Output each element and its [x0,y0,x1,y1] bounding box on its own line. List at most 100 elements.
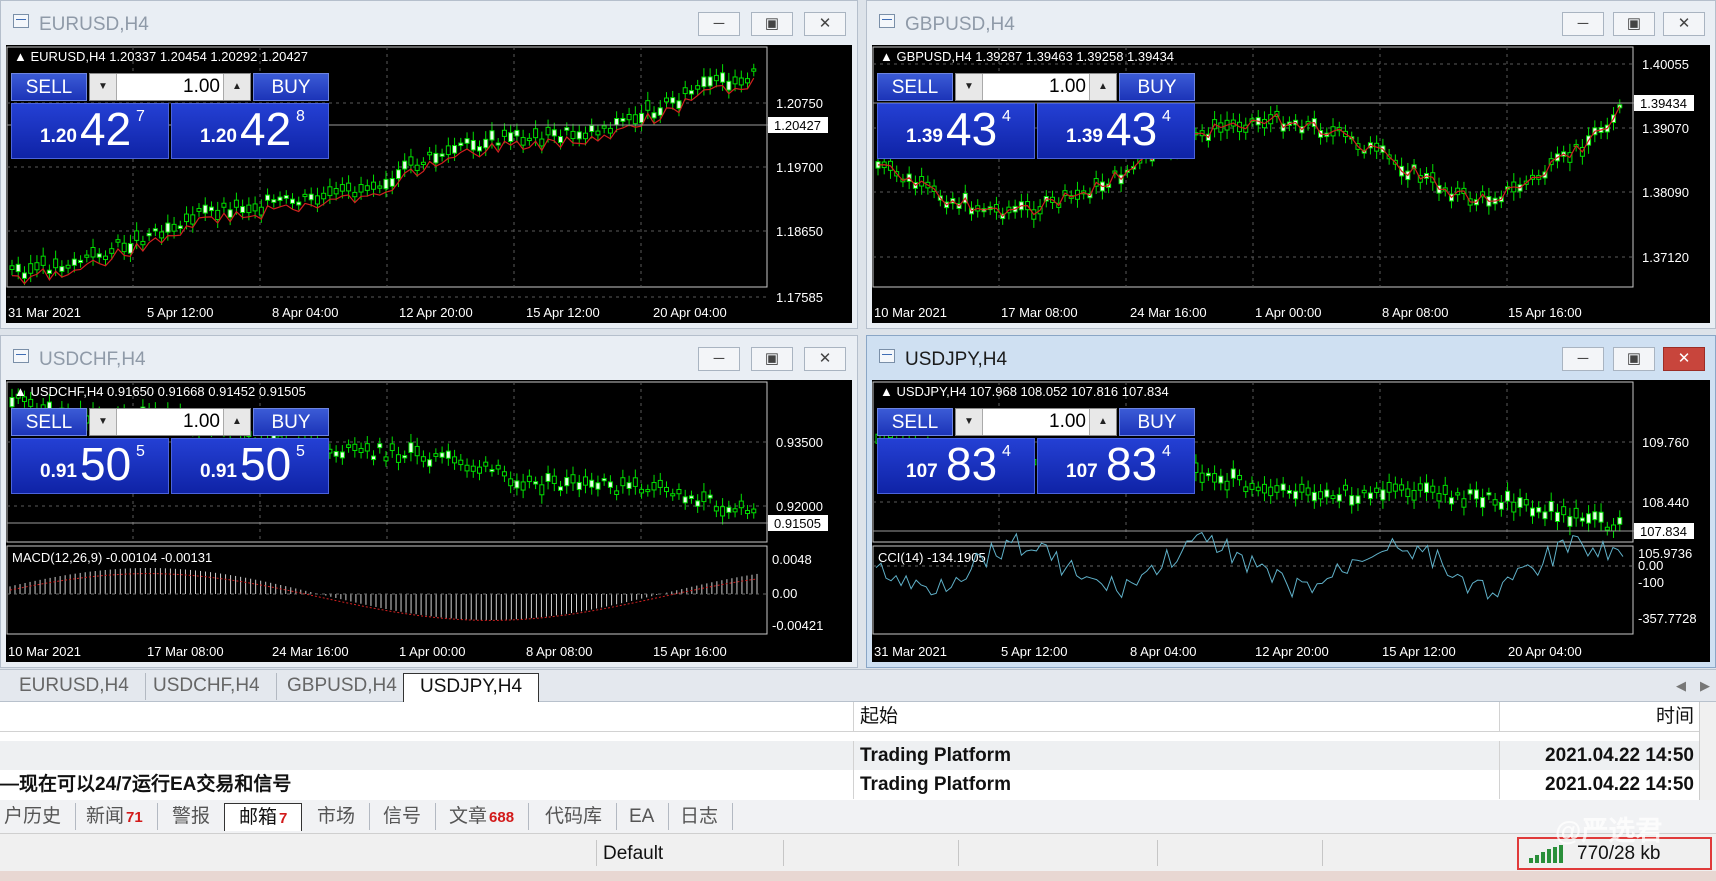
tab-market[interactable]: 市场 [303,803,371,830]
candle-body [383,178,389,190]
candle-body [707,494,713,499]
lot-size-value[interactable]: 1.00 [118,409,222,435]
minimize-button[interactable]: ─ [1562,347,1604,371]
sell-button[interactable]: SELL [11,73,87,101]
tab-mailbox[interactable]: 邮箱 7 [224,803,303,831]
lot-size-value[interactable]: 1.00 [984,74,1088,100]
lot-size-input[interactable]: ▼ 1.00 ▲ [955,408,1117,436]
window-titlebar[interactable]: USDJPY,H4 ─ ▣ ✕ [867,336,1715,380]
window-titlebar[interactable]: GBPUSD,H4 ─ ▣ ✕ [867,1,1715,45]
minimize-button[interactable]: ─ [698,347,740,371]
tab-journal[interactable]: 日志 [666,803,734,830]
candle-body [726,506,732,513]
sell-button[interactable]: SELL [11,408,87,436]
lot-increase-icon[interactable]: ▲ [1089,409,1116,435]
lot-increase-icon[interactable]: ▲ [223,74,250,100]
ask-price-box[interactable]: 1.39 43 4 [1037,103,1195,159]
tab-experts[interactable]: EA [615,803,670,830]
tab-gbpusd[interactable]: GBPUSD,H4 [271,673,414,700]
candle-body [383,456,389,462]
tab-account-history[interactable]: 户历史 [0,803,77,830]
lot-size-value[interactable]: 1.00 [984,409,1088,435]
ask-price-box[interactable]: 1.20 42 8 [171,103,329,159]
candle-body [495,142,501,146]
candle-body [1455,492,1461,496]
tab-usdchf[interactable]: USDCHF,H4 [137,673,277,700]
candle-body [1286,490,1292,494]
tab-code-base[interactable]: 代码库 [531,803,618,830]
bid-price-box[interactable]: 1.39 43 4 [877,103,1035,159]
tab-eurusd[interactable]: EURUSD,H4 [3,673,146,700]
tab-alerts[interactable]: 警报 [158,803,226,830]
candle-body [1218,475,1224,484]
profile-name[interactable]: Default [603,843,663,865]
candle-body [1473,489,1479,500]
tab-usdjpy[interactable]: USDJPY,H4 [403,673,540,702]
window-titlebar[interactable]: USDCHF,H4 ─ ▣ ✕ [1,336,857,380]
chart-window-eurusd[interactable]: EURUSD,H4 ─ ▣ ✕ 1.20750 1.19700 1.18650 1.1… [0,0,858,329]
maximize-button[interactable]: ▣ [751,12,793,36]
candle-body [695,500,701,507]
chart-window-usdjpy[interactable]: USDJPY,H4 ─ ▣ ✕ 109.760 108.440 107.834 ▲ U… [866,335,1716,668]
lot-size-input[interactable]: ▼ 1.00 ▲ [955,73,1117,101]
tab-news[interactable]: 新闻 71 [72,803,158,830]
lot-decrease-icon[interactable]: ▼ [90,74,117,100]
lot-increase-icon[interactable]: ▲ [1089,74,1116,100]
minimize-button[interactable]: ─ [698,12,740,36]
bid-price-box[interactable]: 107 83 4 [877,438,1035,494]
lot-decrease-icon[interactable]: ▼ [956,74,983,100]
maximize-button[interactable]: ▣ [1613,12,1655,36]
close-button[interactable]: ✕ [1663,347,1705,371]
sell-button[interactable]: SELL [877,73,953,101]
chart-window-usdchf[interactable]: USDCHF,H4 ─ ▣ ✕ 0.93500 0.92000 0.91505 ▲ U… [0,335,858,668]
candle-body [589,479,595,488]
column-from[interactable]: 起始 [854,702,1500,731]
chart-window-gbpusd[interactable]: GBPUSD,H4 ─ ▣ ✕ 1.40055 1.39070 1.38090 1.3… [866,0,1716,329]
candle-body [420,161,426,165]
buy-button[interactable]: BUY [1119,73,1195,101]
lot-increase-icon[interactable]: ▲ [223,409,250,435]
close-button[interactable]: ✕ [804,347,846,371]
window-title: USDJPY,H4 [905,349,1008,370]
window-titlebar[interactable]: EURUSD,H4 ─ ▣ ✕ [1,1,857,45]
lot-size-value[interactable]: 1.00 [118,74,222,100]
column-time[interactable]: 时间 [1500,702,1700,731]
close-button[interactable]: ✕ [1663,12,1705,36]
time-axis-label: 8 Apr 08:00 [526,644,593,659]
table-row[interactable]: Trading Platform 2021.04.22 14:50 [0,741,1700,770]
candle-body [1249,482,1255,490]
lot-decrease-icon[interactable]: ▼ [90,409,117,435]
ask-price-box[interactable]: 107 83 4 [1037,438,1195,494]
maximize-button[interactable]: ▣ [1613,347,1655,371]
ask-price-box[interactable]: 0.91 50 5 [171,438,329,494]
lot-size-input[interactable]: ▼ 1.00 ▲ [89,408,251,436]
price-chart[interactable]: 1.40055 1.39070 1.38090 1.37120 1.39434 ▲ GBP… [872,45,1710,323]
price-pips: 42 [240,103,292,155]
candle-body [651,112,657,119]
tab-articles[interactable]: 文章 688 [435,803,530,830]
candle-body [271,199,277,203]
table-row[interactable]: —现在可以24/7运行EA交易和信号 Trading Platform 2021… [0,770,1700,799]
lot-decrease-icon[interactable]: ▼ [956,409,983,435]
buy-button[interactable]: BUY [1119,408,1195,436]
bid-price-box[interactable]: 1.20 42 7 [11,103,169,159]
maximize-button[interactable]: ▣ [751,347,793,371]
close-button[interactable]: ✕ [804,12,846,36]
buy-button[interactable]: BUY [253,408,329,436]
price-chart[interactable]: 1.20750 1.19700 1.18650 1.17585 1.20427 ▲ EUR… [6,45,852,323]
minimize-button[interactable]: ─ [1562,12,1604,36]
candle-body [1399,484,1405,491]
price-chart[interactable]: 109.760 108.440 107.834 ▲ USDJPY,H4 107.968… [872,380,1710,662]
lot-size-input[interactable]: ▼ 1.00 ▲ [89,73,251,101]
price-chart[interactable]: 0.93500 0.92000 0.91505 ▲ USDCHF,H4 0.91650… [6,380,852,662]
tab-signals[interactable]: 信号 [369,803,437,830]
bid-price-box[interactable]: 0.91 50 5 [11,438,169,494]
column-subject[interactable] [0,702,854,731]
buy-button[interactable]: BUY [253,73,329,101]
vertical-scrollbar[interactable] [1699,702,1716,800]
candle-body [470,139,476,151]
sell-button[interactable]: SELL [877,408,953,436]
tab-scroll-left-icon[interactable]: ◀ [1676,678,1686,694]
candle-body [1274,485,1280,493]
tab-scroll-right-icon[interactable]: ▶ [1700,678,1710,694]
